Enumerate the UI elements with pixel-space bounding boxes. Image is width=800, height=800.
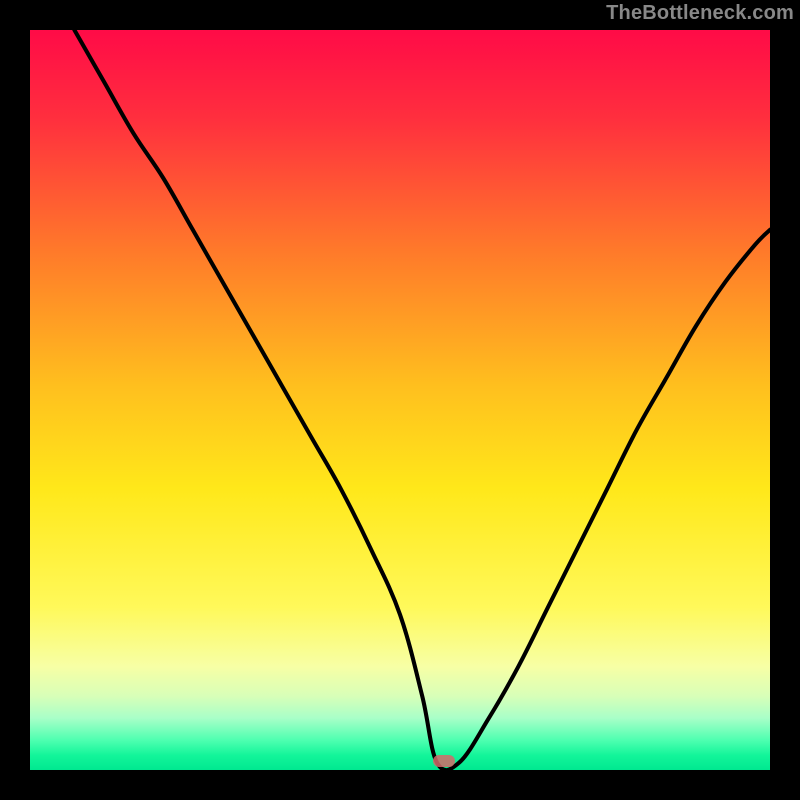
optimum-marker (433, 755, 455, 767)
watermark-text: TheBottleneck.com (606, 2, 794, 25)
curve-path (74, 30, 770, 770)
bottleneck-curve (30, 30, 770, 770)
plot-area (30, 30, 770, 770)
chart-frame: TheBottleneck.com (0, 0, 800, 800)
